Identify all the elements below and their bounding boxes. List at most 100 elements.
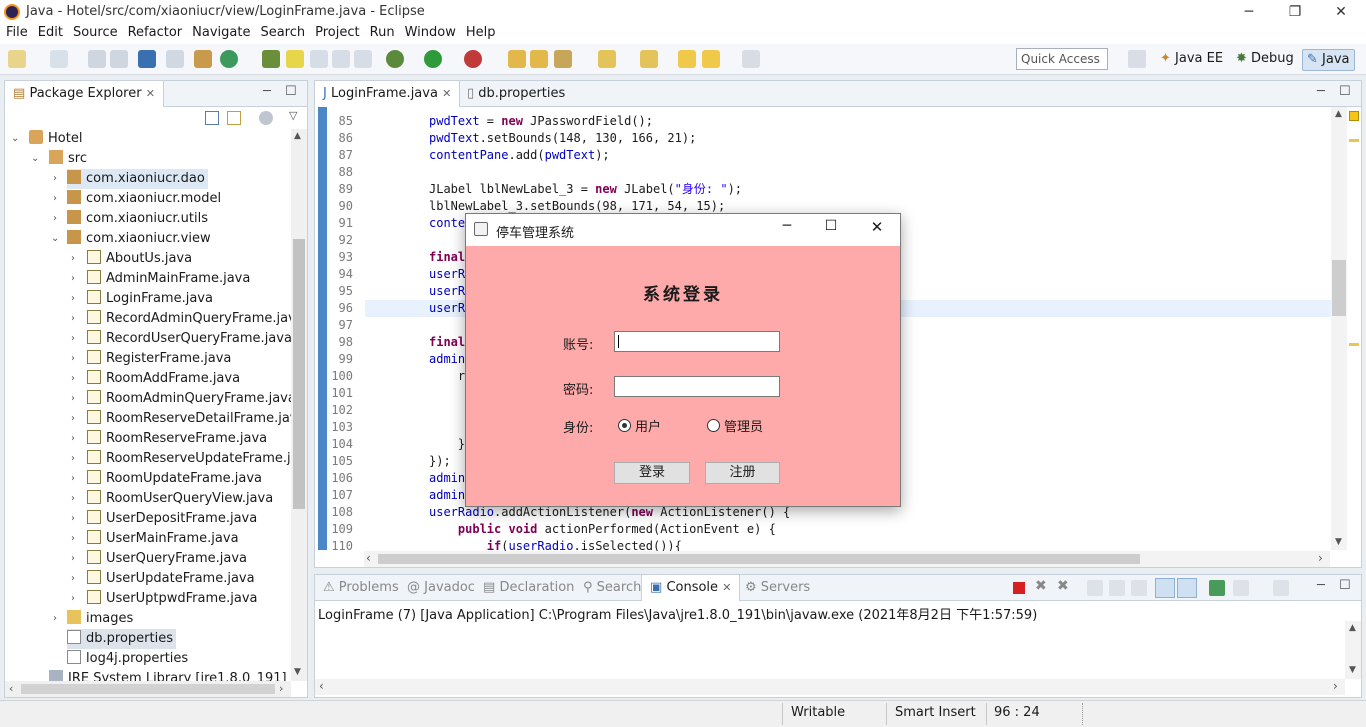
perspective-debug[interactable]: ✸ Debug <box>1232 49 1298 71</box>
chevron-right-icon[interactable]: › <box>53 213 57 224</box>
role-user-radio[interactable]: 用户 <box>618 416 661 435</box>
tree-package-dao[interactable]: com.xiaoniucr.dao <box>67 169 208 189</box>
scroll-thumb[interactable] <box>378 554 1140 564</box>
tree-java-file[interactable]: UserMainFrame.java <box>87 529 239 549</box>
tree-java-file[interactable]: RecordAdminQueryFrame.java <box>87 309 291 329</box>
new-package-icon[interactable] <box>194 50 212 68</box>
tree-java-file[interactable]: UserUpdateFrame.java <box>87 569 255 589</box>
chevron-right-icon[interactable]: › <box>71 333 75 344</box>
tree-java-file[interactable]: UserQueryFrame.java <box>87 549 247 569</box>
minimize-button[interactable]: ─ <box>1226 0 1272 24</box>
role-admin-radio[interactable]: 管理员 <box>707 416 763 435</box>
show-on-error-icon[interactable] <box>1177 578 1197 598</box>
tree-java-file[interactable]: AboutUs.java <box>87 249 192 269</box>
tab-db-properties[interactable]: ▯ db.properties <box>459 81 573 107</box>
chevron-right-icon[interactable]: › <box>71 393 75 404</box>
tree-log4j-properties[interactable]: log4j.properties <box>67 649 188 669</box>
tab-declaration[interactable]: ▤ Declaration <box>475 575 582 601</box>
restore-button[interactable]: ❐ <box>1272 0 1318 24</box>
scroll-lock-icon[interactable] <box>1109 580 1125 596</box>
menu-source[interactable]: Source <box>68 24 123 42</box>
tree-java-file[interactable]: AdminMainFrame.java <box>87 269 250 289</box>
tree-src[interactable]: src <box>49 149 87 169</box>
chevron-down-icon[interactable]: ⌄ <box>31 153 39 164</box>
forward-icon[interactable] <box>702 50 720 68</box>
tab-search[interactable]: ⚲ Search <box>575 575 649 601</box>
skip-breakpoints-icon[interactable] <box>166 50 184 68</box>
scroll-right-arrow[interactable]: › <box>1333 679 1338 693</box>
scroll-left-arrow[interactable]: ‹ <box>9 682 13 695</box>
dialog-minimize-button[interactable]: ─ <box>772 218 802 242</box>
chevron-right-icon[interactable]: › <box>71 573 75 584</box>
editor-horizontal-scrollbar[interactable]: ‹ › <box>364 551 1330 567</box>
tree-java-file[interactable]: RegisterFrame.java <box>87 349 231 369</box>
open-type-icon[interactable] <box>262 50 280 68</box>
menu-help[interactable]: Help <box>461 24 501 42</box>
chevron-right-icon[interactable]: › <box>71 253 75 264</box>
console-icon[interactable] <box>138 50 156 68</box>
new-icon[interactable] <box>8 50 26 68</box>
link-editor-icon[interactable] <box>227 111 241 125</box>
tree-java-file[interactable]: UserDepositFrame.java <box>87 509 257 529</box>
close-button[interactable]: ✕ <box>1318 0 1364 24</box>
maximize-console-icon[interactable]: ☐ <box>1339 578 1351 593</box>
open-project-icon[interactable] <box>530 50 548 68</box>
tree-java-file[interactable]: RoomReserveDetailFrame.java <box>87 409 291 429</box>
chevron-right-icon[interactable]: › <box>71 313 75 324</box>
refresh-icon[interactable] <box>220 50 238 68</box>
menu-navigate[interactable]: Navigate <box>187 24 255 42</box>
next-annotation-icon[interactable] <box>598 50 616 68</box>
scroll-down-arrow[interactable]: ▼ <box>1349 665 1356 675</box>
close-tab-icon[interactable]: ✕ <box>442 87 451 100</box>
quick-access-input[interactable]: Quick Access <box>1016 48 1108 70</box>
chevron-right-icon[interactable]: › <box>53 193 57 204</box>
tab-loginframe-java[interactable]: J LoginFrame.java ✕ <box>315 81 461 107</box>
perspective-java[interactable]: ✎ Java <box>1302 49 1355 71</box>
tree-java-file[interactable]: RecordUserQueryFrame.java <box>87 329 291 349</box>
tree-package-utils[interactable]: com.xiaoniucr.utils <box>67 209 208 229</box>
open-console-icon[interactable] <box>1273 580 1289 596</box>
save-all-icon[interactable] <box>110 50 128 68</box>
perspective-java-ee[interactable]: ✦ Java EE <box>1156 49 1227 71</box>
menu-file[interactable]: File <box>0 24 33 42</box>
scroll-right-arrow[interactable]: › <box>279 682 283 695</box>
prev-annotation-icon[interactable] <box>640 50 658 68</box>
tree-java-file[interactable]: RoomUserQueryView.java <box>87 489 273 509</box>
debug-icon[interactable] <box>386 50 404 68</box>
login-button[interactable]: 登录 <box>614 462 690 484</box>
chevron-right-icon[interactable]: › <box>71 353 75 364</box>
chevron-right-icon[interactable]: › <box>53 613 57 624</box>
password-input[interactable] <box>614 376 780 397</box>
tree-java-file[interactable]: RoomReserveUpdateFrame.java <box>87 449 291 469</box>
minimize-view-icon[interactable]: ─ <box>263 84 271 99</box>
tree-vertical-scrollbar[interactable]: ▲ ▼ <box>291 129 307 681</box>
maximize-view-icon[interactable]: ☐ <box>285 84 297 99</box>
formatting-icon[interactable] <box>354 50 372 68</box>
menu-run[interactable]: Run <box>365 24 400 42</box>
pin-console-icon[interactable] <box>1209 580 1225 596</box>
scroll-up-arrow[interactable]: ▲ <box>1335 109 1342 119</box>
display-console-icon[interactable] <box>1233 580 1249 596</box>
dialog-maximize-button[interactable]: ☐ <box>816 218 846 242</box>
chevron-right-icon[interactable]: › <box>71 413 75 424</box>
tree-db-properties[interactable]: db.properties <box>67 629 176 649</box>
minimize-editor-icon[interactable]: ─ <box>1317 84 1325 99</box>
tree-java-file[interactable]: RoomAdminQueryFrame.java <box>87 389 291 409</box>
chevron-right-icon[interactable]: › <box>71 433 75 444</box>
minimize-console-icon[interactable]: ─ <box>1317 578 1325 593</box>
menu-window[interactable]: Window <box>400 24 461 42</box>
tab-problems[interactable]: ⚠ Problems <box>315 575 407 601</box>
chevron-right-icon[interactable]: › <box>71 533 75 544</box>
scroll-thumb[interactable] <box>21 684 275 694</box>
open-perspective-icon[interactable] <box>1128 50 1146 68</box>
tree-images-folder[interactable]: images <box>67 609 133 629</box>
mark-occurrences-icon[interactable] <box>286 50 304 68</box>
chevron-down-icon[interactable]: ⌄ <box>51 233 59 244</box>
remove-launch-icon[interactable]: ✖ <box>1035 578 1047 594</box>
menu-search[interactable]: Search <box>255 24 310 42</box>
dialog-close-button[interactable]: ✕ <box>862 218 892 242</box>
scroll-left-arrow[interactable]: ‹ <box>366 551 371 565</box>
editor-vertical-scrollbar[interactable]: ▲ ▼ <box>1331 107 1347 550</box>
show-on-output-icon[interactable] <box>1155 578 1175 598</box>
forward-2-icon[interactable] <box>742 50 760 68</box>
